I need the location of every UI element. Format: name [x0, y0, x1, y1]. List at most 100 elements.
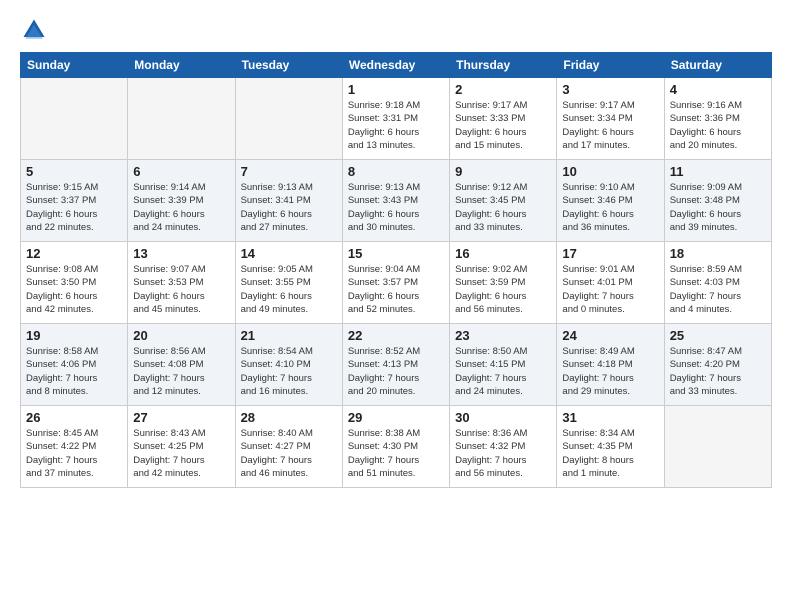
weekday-header-saturday: Saturday	[664, 53, 771, 78]
calendar-cell: 11 Sunrise: 9:09 AM Sunset: 3:48 PM Dayli…	[664, 160, 771, 242]
calendar-cell: 8 Sunrise: 9:13 AM Sunset: 3:43 PM Daylig…	[342, 160, 449, 242]
day-info: Sunrise: 9:07 AM Sunset: 3:53 PM Dayligh…	[133, 263, 229, 316]
day-info: Sunrise: 9:10 AM Sunset: 3:46 PM Dayligh…	[562, 181, 658, 234]
calendar-week-row: 12 Sunrise: 9:08 AM Sunset: 3:50 PM Dayli…	[21, 242, 772, 324]
calendar-cell: 3 Sunrise: 9:17 AM Sunset: 3:34 PM Daylig…	[557, 78, 664, 160]
day-info: Sunrise: 9:05 AM Sunset: 3:55 PM Dayligh…	[241, 263, 337, 316]
day-info: Sunrise: 9:13 AM Sunset: 3:43 PM Dayligh…	[348, 181, 444, 234]
day-info: Sunrise: 8:59 AM Sunset: 4:03 PM Dayligh…	[670, 263, 766, 316]
calendar-cell: 21 Sunrise: 8:54 AM Sunset: 4:10 PM Dayli…	[235, 324, 342, 406]
weekday-header-row: SundayMondayTuesdayWednesdayThursdayFrid…	[21, 53, 772, 78]
calendar-cell: 12 Sunrise: 9:08 AM Sunset: 3:50 PM Dayli…	[21, 242, 128, 324]
day-number: 1	[348, 82, 444, 97]
day-number: 18	[670, 246, 766, 261]
day-number: 12	[26, 246, 122, 261]
calendar-cell	[664, 406, 771, 488]
day-info: Sunrise: 9:16 AM Sunset: 3:36 PM Dayligh…	[670, 99, 766, 152]
day-info: Sunrise: 9:18 AM Sunset: 3:31 PM Dayligh…	[348, 99, 444, 152]
day-info: Sunrise: 8:56 AM Sunset: 4:08 PM Dayligh…	[133, 345, 229, 398]
day-info: Sunrise: 9:09 AM Sunset: 3:48 PM Dayligh…	[670, 181, 766, 234]
calendar-cell: 18 Sunrise: 8:59 AM Sunset: 4:03 PM Dayli…	[664, 242, 771, 324]
day-info: Sunrise: 8:54 AM Sunset: 4:10 PM Dayligh…	[241, 345, 337, 398]
day-info: Sunrise: 8:38 AM Sunset: 4:30 PM Dayligh…	[348, 427, 444, 480]
calendar-cell: 10 Sunrise: 9:10 AM Sunset: 3:46 PM Dayli…	[557, 160, 664, 242]
day-number: 20	[133, 328, 229, 343]
calendar-cell	[128, 78, 235, 160]
calendar-cell: 15 Sunrise: 9:04 AM Sunset: 3:57 PM Dayli…	[342, 242, 449, 324]
weekday-header-tuesday: Tuesday	[235, 53, 342, 78]
day-info: Sunrise: 8:58 AM Sunset: 4:06 PM Dayligh…	[26, 345, 122, 398]
logo	[20, 16, 52, 44]
day-info: Sunrise: 9:17 AM Sunset: 3:33 PM Dayligh…	[455, 99, 551, 152]
day-number: 19	[26, 328, 122, 343]
calendar-week-row: 1 Sunrise: 9:18 AM Sunset: 3:31 PM Daylig…	[21, 78, 772, 160]
day-number: 5	[26, 164, 122, 179]
day-info: Sunrise: 8:45 AM Sunset: 4:22 PM Dayligh…	[26, 427, 122, 480]
calendar-cell	[235, 78, 342, 160]
day-info: Sunrise: 8:40 AM Sunset: 4:27 PM Dayligh…	[241, 427, 337, 480]
calendar-cell: 7 Sunrise: 9:13 AM Sunset: 3:41 PM Daylig…	[235, 160, 342, 242]
calendar-cell: 29 Sunrise: 8:38 AM Sunset: 4:30 PM Dayli…	[342, 406, 449, 488]
calendar-cell: 17 Sunrise: 9:01 AM Sunset: 4:01 PM Dayli…	[557, 242, 664, 324]
day-number: 14	[241, 246, 337, 261]
calendar-cell: 5Sunrise: 9:15 AM Sunset: 3:37 PM Daylig…	[21, 160, 128, 242]
day-info: Sunrise: 9:13 AM Sunset: 3:41 PM Dayligh…	[241, 181, 337, 234]
day-number: 9	[455, 164, 551, 179]
day-number: 8	[348, 164, 444, 179]
calendar-cell: 23Sunrise: 8:50 AM Sunset: 4:15 PM Dayli…	[450, 324, 557, 406]
day-number: 2	[455, 82, 551, 97]
day-number: 22	[348, 328, 444, 343]
day-number: 13	[133, 246, 229, 261]
day-info: Sunrise: 9:02 AM Sunset: 3:59 PM Dayligh…	[455, 263, 551, 316]
day-number: 17	[562, 246, 658, 261]
day-number: 30	[455, 410, 551, 425]
calendar-cell: 26 Sunrise: 8:45 AM Sunset: 4:22 PM Dayli…	[21, 406, 128, 488]
day-info: Sunrise: 8:36 AM Sunset: 4:32 PM Dayligh…	[455, 427, 551, 480]
page-header	[20, 16, 772, 44]
day-info: Sunrise: 8:49 AM Sunset: 4:18 PM Dayligh…	[562, 345, 658, 398]
day-number: 26	[26, 410, 122, 425]
day-info: Sunrise: 9:01 AM Sunset: 4:01 PM Dayligh…	[562, 263, 658, 316]
calendar-cell: 4 Sunrise: 9:16 AM Sunset: 3:36 PM Daylig…	[664, 78, 771, 160]
day-number: 25	[670, 328, 766, 343]
weekday-header-friday: Friday	[557, 53, 664, 78]
day-number: 4	[670, 82, 766, 97]
calendar-cell: 19 Sunrise: 8:58 AM Sunset: 4:06 PM Dayli…	[21, 324, 128, 406]
day-info: Sunrise: 9:04 AM Sunset: 3:57 PM Dayligh…	[348, 263, 444, 316]
weekday-header-thursday: Thursday	[450, 53, 557, 78]
day-number: 15	[348, 246, 444, 261]
calendar-cell: 31Sunrise: 8:34 AM Sunset: 4:35 PM Dayli…	[557, 406, 664, 488]
day-number: 7	[241, 164, 337, 179]
calendar-cell: 24Sunrise: 8:49 AM Sunset: 4:18 PM Dayli…	[557, 324, 664, 406]
day-info: Sunrise: 9:08 AM Sunset: 3:50 PM Dayligh…	[26, 263, 122, 316]
weekday-header-monday: Monday	[128, 53, 235, 78]
calendar-cell	[21, 78, 128, 160]
calendar-cell: 1 Sunrise: 9:18 AM Sunset: 3:31 PM Daylig…	[342, 78, 449, 160]
day-number: 21	[241, 328, 337, 343]
day-number: 11	[670, 164, 766, 179]
calendar-week-row: 19 Sunrise: 8:58 AM Sunset: 4:06 PM Dayli…	[21, 324, 772, 406]
calendar-week-row: 26 Sunrise: 8:45 AM Sunset: 4:22 PM Dayli…	[21, 406, 772, 488]
day-number: 3	[562, 82, 658, 97]
day-info: Sunrise: 8:52 AM Sunset: 4:13 PM Dayligh…	[348, 345, 444, 398]
weekday-header-sunday: Sunday	[21, 53, 128, 78]
calendar-table: SundayMondayTuesdayWednesdayThursdayFrid…	[20, 52, 772, 488]
calendar-week-row: 5Sunrise: 9:15 AM Sunset: 3:37 PM Daylig…	[21, 160, 772, 242]
day-info: Sunrise: 8:43 AM Sunset: 4:25 PM Dayligh…	[133, 427, 229, 480]
calendar-page: SundayMondayTuesdayWednesdayThursdayFrid…	[0, 0, 792, 612]
day-info: Sunrise: 8:47 AM Sunset: 4:20 PM Dayligh…	[670, 345, 766, 398]
day-info: Sunrise: 9:12 AM Sunset: 3:45 PM Dayligh…	[455, 181, 551, 234]
weekday-header-wednesday: Wednesday	[342, 53, 449, 78]
calendar-cell: 22 Sunrise: 8:52 AM Sunset: 4:13 PM Dayli…	[342, 324, 449, 406]
day-number: 16	[455, 246, 551, 261]
calendar-cell: 20 Sunrise: 8:56 AM Sunset: 4:08 PM Dayli…	[128, 324, 235, 406]
day-number: 27	[133, 410, 229, 425]
calendar-cell: 25 Sunrise: 8:47 AM Sunset: 4:20 PM Dayli…	[664, 324, 771, 406]
day-number: 10	[562, 164, 658, 179]
day-number: 28	[241, 410, 337, 425]
day-number: 23	[455, 328, 551, 343]
day-info: Sunrise: 9:17 AM Sunset: 3:34 PM Dayligh…	[562, 99, 658, 152]
calendar-cell: 28 Sunrise: 8:40 AM Sunset: 4:27 PM Dayli…	[235, 406, 342, 488]
day-number: 29	[348, 410, 444, 425]
calendar-cell: 2 Sunrise: 9:17 AM Sunset: 3:33 PM Daylig…	[450, 78, 557, 160]
